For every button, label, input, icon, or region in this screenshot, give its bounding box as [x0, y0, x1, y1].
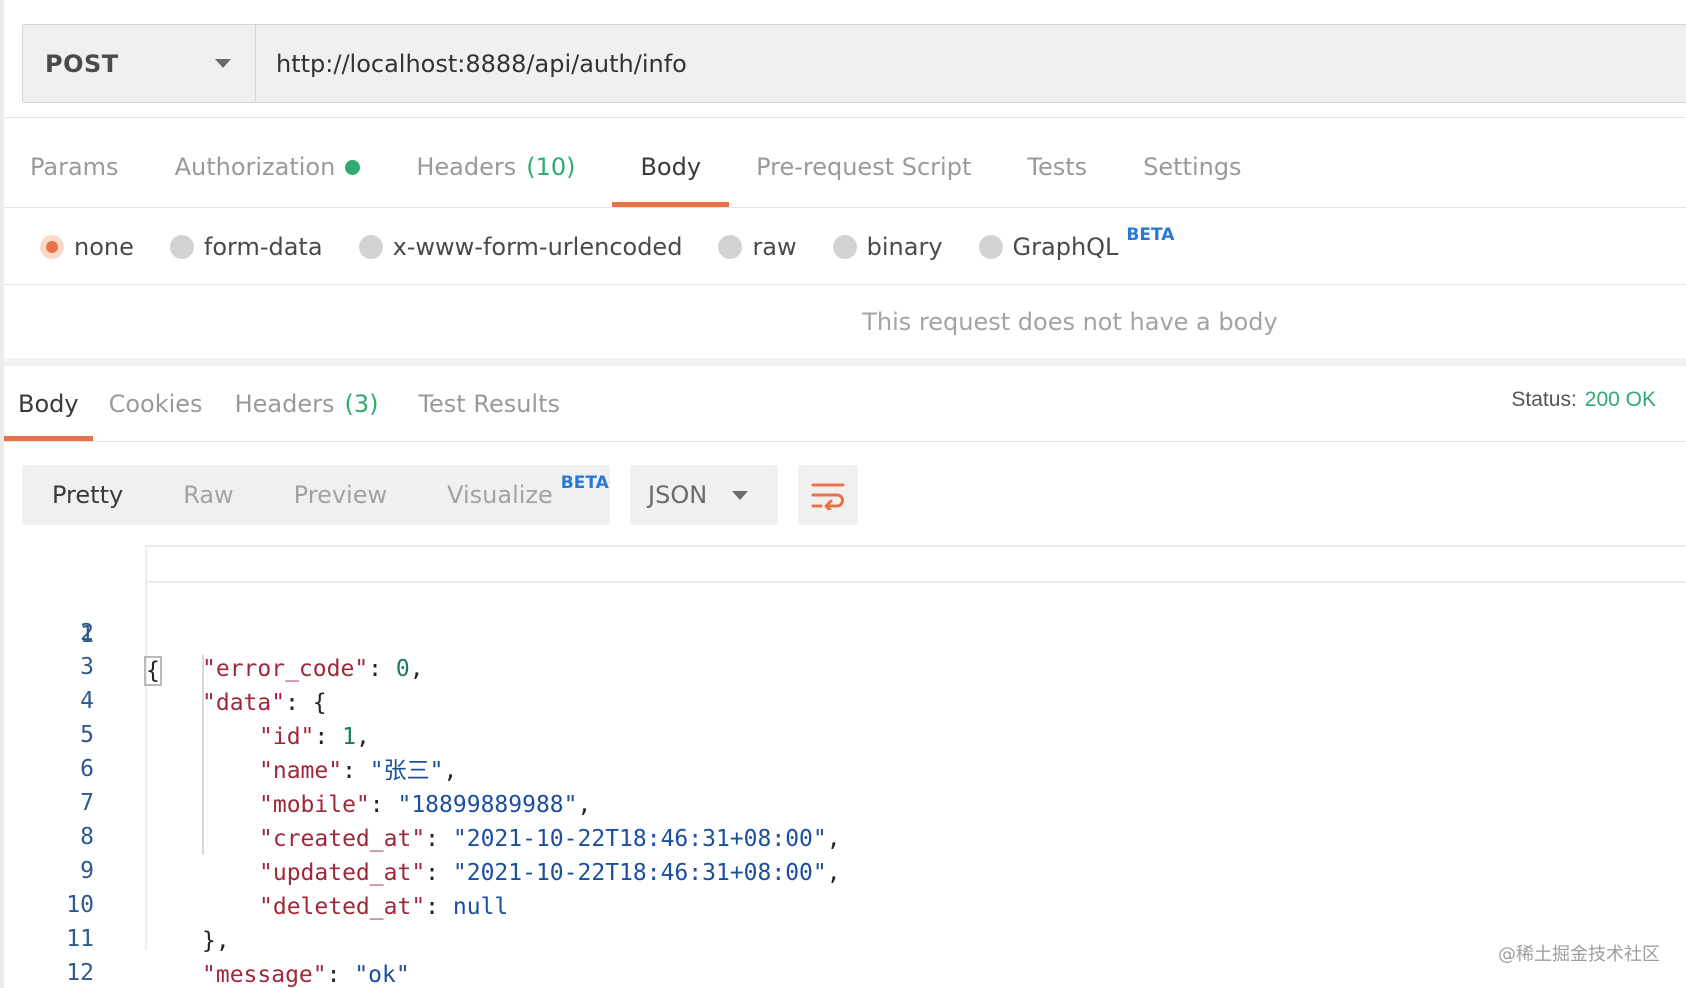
line-number: 12 [66, 960, 94, 986]
view-pretty-button[interactable]: Pretty [52, 465, 123, 525]
request-url-bar: POST http://localhost:8888/api/auth/info [22, 24, 1686, 103]
code-line: 2 "error_code": 0, [0, 579, 1686, 682]
code-line: 9 "deleted_at": null [0, 817, 1686, 920]
radio-label: x-www-form-urlencoded [392, 233, 683, 261]
method-label: POST [45, 49, 119, 78]
tab-label: Headers [234, 390, 335, 418]
language-label: JSON [648, 481, 708, 509]
radio-label: raw [752, 233, 797, 261]
code-line: 6 "mobile": "18899889988", [0, 715, 1686, 818]
status-label: Status: [1511, 388, 1577, 411]
code-line: 12 } [0, 919, 1686, 986]
code-line: 1 { [0, 545, 1686, 686]
tab-headers[interactable]: Headers (10) [416, 127, 575, 207]
view-label: Pretty [52, 481, 124, 509]
tab-label: Headers [416, 153, 517, 181]
tab-tests[interactable]: Tests [1027, 127, 1087, 207]
tab-label: Authorization [174, 153, 336, 181]
json-key: "message" [202, 962, 327, 988]
radio-label: binary [866, 233, 943, 261]
view-label: Preview [293, 481, 388, 509]
request-tabs: Params Authorization Headers (10) Body Pr… [4, 127, 1686, 207]
radio-form-data[interactable]: form-data [169, 233, 323, 261]
section-separator [4, 358, 1686, 366]
code-line: 7 "created_at": "2021-10-22T18:46:31+08:… [0, 749, 1686, 852]
code-line: 8 "updated_at": "2021-10-22T18:46:31+08:… [0, 783, 1686, 886]
tab-label: Tests [1027, 153, 1088, 181]
radio-binary[interactable]: binary [832, 233, 943, 261]
view-preview-button[interactable]: Preview [294, 465, 387, 525]
view-label: Raw [183, 481, 234, 509]
radio-icon [832, 235, 857, 259]
language-select[interactable]: JSON [630, 465, 778, 525]
radio-checked-icon [40, 235, 64, 259]
divider [4, 117, 1686, 118]
divider [4, 284, 1686, 285]
radio-icon [358, 235, 383, 259]
radio-icon [718, 235, 743, 259]
tab-authorization[interactable]: Authorization [175, 127, 361, 207]
tab-count: (10) [526, 153, 576, 181]
json-value: "ok" [354, 962, 410, 988]
tab-body[interactable]: Body [612, 127, 729, 207]
chevron-down-icon [732, 490, 748, 500]
current-line-highlight [146, 545, 1686, 583]
wrap-lines-icon [811, 483, 845, 510]
tab-pre-request-script[interactable]: Pre-request Script [756, 127, 971, 207]
response-tab-headers[interactable]: Headers (3) [219, 367, 395, 441]
chevron-down-icon [215, 59, 231, 68]
code-line: 3 "data": { [0, 613, 1686, 716]
tab-label: Test Results [418, 390, 561, 418]
response-tabs: Body Cookies Headers (3) Test Results [4, 367, 576, 441]
tab-label: Settings [1143, 153, 1242, 181]
code-line: 10 }, [0, 851, 1686, 954]
radio-label: form-data [203, 233, 323, 261]
watermark: @稀土掘金技术社区 [1498, 944, 1660, 965]
radio-label: none [74, 233, 134, 261]
no-body-message: This request does not have a body [862, 308, 1278, 336]
beta-badge: BETA [1126, 225, 1175, 245]
view-raw-button[interactable]: Raw [183, 465, 233, 525]
tab-label: Cookies [108, 390, 203, 418]
beta-badge: BETA [560, 473, 609, 493]
tab-count: (3) [344, 390, 379, 418]
tab-label: Body [18, 390, 79, 418]
tab-settings[interactable]: Settings [1143, 127, 1241, 207]
tab-params[interactable]: Params [30, 127, 119, 207]
radio-raw[interactable]: raw [718, 233, 797, 261]
tab-label: Params [30, 153, 119, 181]
view-label: Visualize [447, 481, 553, 509]
divider [4, 441, 1686, 442]
radio-x-www-form-urlencoded[interactable]: x-www-form-urlencoded [358, 233, 683, 261]
code-line: 4 "id": 1, [0, 647, 1686, 750]
body-type-radios: none form-data x-www-form-urlencoded raw… [40, 225, 1210, 268]
url-input[interactable]: http://localhost:8888/api/auth/info [256, 25, 1686, 102]
method-select[interactable]: POST [23, 25, 256, 102]
code-line: 11 "message": "ok" [0, 885, 1686, 988]
radio-label: GraphQL [1012, 233, 1119, 261]
response-tab-cookies[interactable]: Cookies [93, 367, 219, 441]
wrap-lines-button[interactable] [798, 465, 858, 525]
view-mode-group: Pretty Raw Preview Visualize BETA [22, 465, 610, 525]
response-tab-body[interactable]: Body [4, 367, 93, 441]
code-text: "message": "ok" [202, 962, 410, 988]
response-tab-test-results[interactable]: Test Results [394, 367, 576, 441]
view-visualize-button[interactable]: Visualize BETA [447, 465, 609, 525]
response-body-code[interactable]: 1 { 2 "error_code": 0, 3 "data": { 4 "id… [0, 545, 1686, 988]
tab-label: Body [640, 153, 702, 181]
radio-none[interactable]: none [40, 233, 134, 261]
tab-label: Pre-request Script [756, 153, 972, 181]
radio-icon [169, 235, 194, 259]
divider [4, 207, 1686, 208]
status-value: 200 OK [1584, 388, 1656, 411]
radio-graphql[interactable]: GraphQL BETA [978, 225, 1174, 261]
response-status: Status: 200 OK [1511, 388, 1656, 412]
code-line: 5 "name": "张三", [0, 681, 1686, 784]
radio-icon [978, 235, 1003, 259]
status-dot-icon [345, 159, 361, 175]
